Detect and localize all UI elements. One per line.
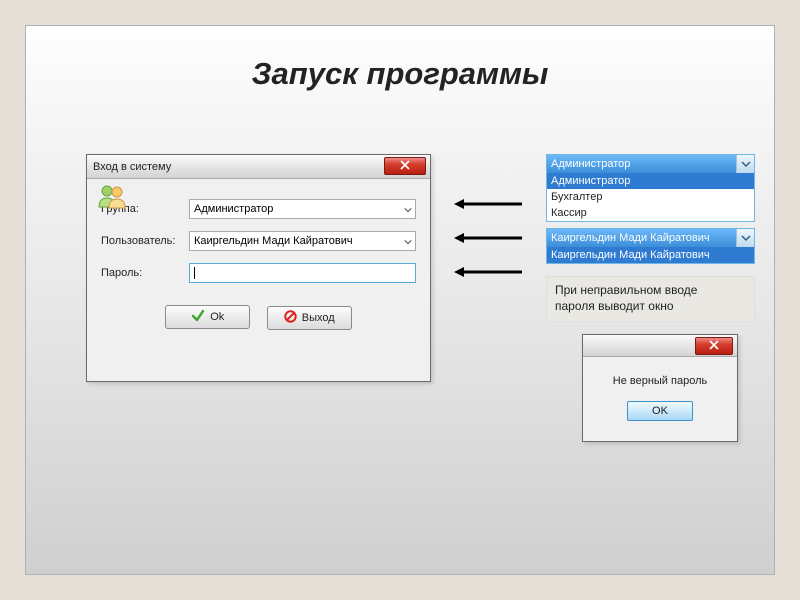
login-buttons: Ok Выход bbox=[101, 305, 416, 330]
user-combobox[interactable]: Каиргельдин Мади Кайратович bbox=[189, 231, 416, 251]
chevron-down-icon[interactable] bbox=[736, 155, 754, 173]
users-icon bbox=[97, 183, 127, 209]
close-icon bbox=[400, 159, 410, 171]
password-input[interactable] bbox=[189, 263, 416, 283]
login-titlebar: Вход в систему bbox=[87, 155, 430, 179]
close-button[interactable] bbox=[695, 337, 733, 355]
forbidden-icon bbox=[284, 310, 297, 326]
error-ok-button[interactable]: OK bbox=[627, 401, 693, 421]
arrow-to-group bbox=[454, 196, 522, 206]
ok-button-label: Ok bbox=[210, 311, 224, 323]
user-option-0[interactable]: Каиргельдин Мади Кайратович bbox=[547, 247, 754, 263]
user-dropdown-selected[interactable]: Каиргельдин Мади Кайратович bbox=[547, 229, 754, 247]
error-message: Не верный пароль bbox=[583, 375, 737, 387]
group-combobox[interactable]: Администратор bbox=[189, 199, 416, 219]
text-caret bbox=[194, 267, 195, 279]
chevron-down-icon bbox=[404, 205, 412, 217]
label-user: Пользователь: bbox=[101, 235, 189, 247]
chevron-down-icon[interactable] bbox=[736, 229, 754, 247]
login-title: Вход в систему bbox=[93, 161, 171, 173]
exit-button[interactable]: Выход bbox=[267, 306, 352, 330]
slide-background: Запуск программы Вход в систему Групп bbox=[25, 25, 775, 575]
group-dropdown-selected[interactable]: Администратор bbox=[547, 155, 754, 173]
close-button[interactable] bbox=[384, 157, 426, 175]
row-password: Пароль: bbox=[101, 263, 416, 283]
group-option-0[interactable]: Администратор bbox=[547, 173, 754, 189]
group-combobox-value: Администратор bbox=[194, 203, 273, 215]
group-dropdown-selected-label: Администратор bbox=[551, 158, 630, 170]
label-password: Пароль: bbox=[101, 267, 189, 279]
user-combobox-value: Каиргельдин Мади Кайратович bbox=[194, 235, 353, 247]
group-dropdown-expanded[interactable]: Администратор Администратор Бухгалтер Ка… bbox=[546, 154, 755, 222]
error-dialog-titlebar bbox=[583, 335, 737, 357]
login-body: Группа: Администратор Пользователь: Каир… bbox=[87, 179, 430, 340]
page-title: Запуск программы bbox=[26, 56, 774, 92]
user-dropdown-expanded[interactable]: Каиргельдин Мади Кайратович Каиргельдин … bbox=[546, 228, 755, 264]
note-line-2: пароля выводит окно bbox=[555, 299, 674, 313]
login-window: Вход в систему Группа: Администратор bbox=[86, 154, 431, 382]
arrow-to-password bbox=[454, 264, 522, 274]
ok-button[interactable]: Ok bbox=[165, 305, 250, 329]
note-line-1: При неправильном вводе bbox=[555, 283, 697, 297]
arrow-to-user bbox=[454, 230, 522, 240]
row-user: Пользователь: Каиргельдин Мади Кайратови… bbox=[101, 231, 416, 251]
check-icon bbox=[191, 309, 205, 326]
close-icon bbox=[709, 339, 719, 351]
password-hint-note: При неправильном вводе пароля выводит ок… bbox=[546, 276, 755, 322]
row-group: Группа: Администратор bbox=[101, 199, 416, 219]
group-option-2[interactable]: Кассир bbox=[547, 205, 754, 221]
user-dropdown-selected-label: Каиргельдин Мади Кайратович bbox=[551, 232, 710, 244]
group-option-1[interactable]: Бухгалтер bbox=[547, 189, 754, 205]
exit-button-label: Выход bbox=[302, 312, 335, 324]
chevron-down-icon bbox=[404, 237, 412, 249]
error-dialog: Не верный пароль OK bbox=[582, 334, 738, 442]
